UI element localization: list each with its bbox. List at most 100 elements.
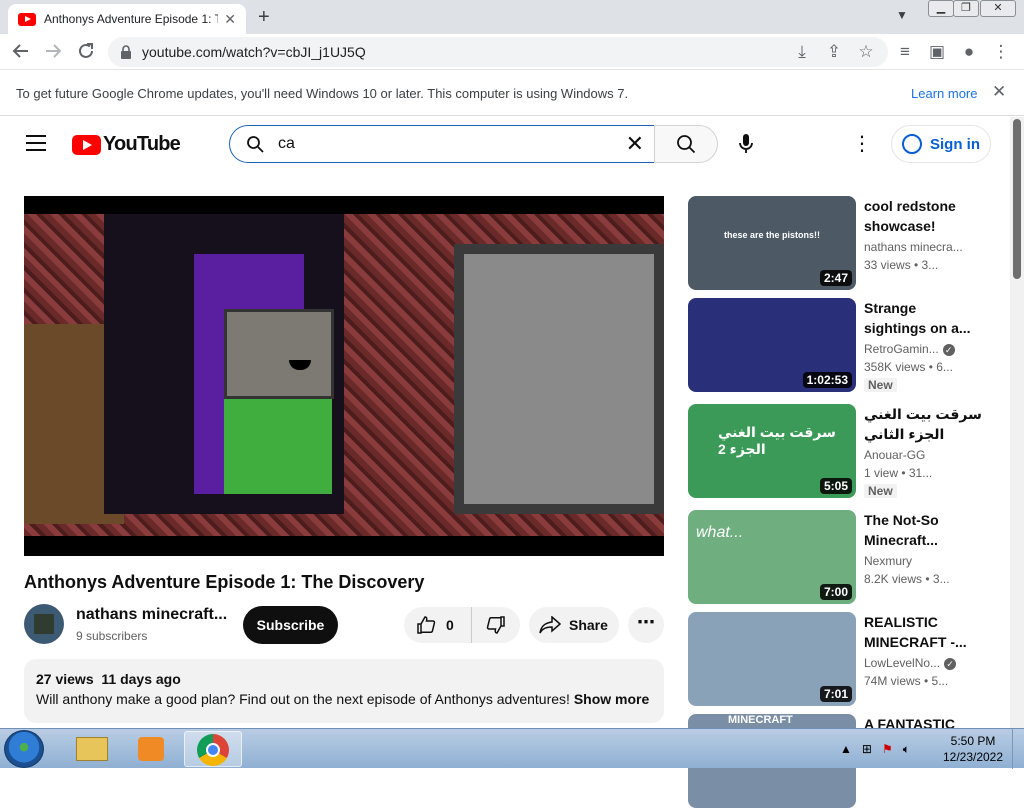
infobar-message: To get future Google Chrome updates, you…: [16, 86, 629, 101]
start-button[interactable]: [4, 730, 44, 768]
media-controls-icon[interactable]: ≡: [894, 42, 916, 62]
video-title: Anthonys Adventure Episode 1: The Discov…: [24, 572, 425, 592]
recommended-channel-name: nathans minecra...: [864, 240, 963, 254]
channel-name[interactable]: nathans minecraft...: [76, 606, 227, 624]
explorer-taskbar-icon[interactable]: [70, 731, 126, 767]
back-arrow-icon[interactable]: [10, 42, 32, 65]
windows-taskbar: ▲ ⊞ ⚑ 🔈︎ 5:50 PM 12/23/2022: [0, 728, 1024, 769]
close-window-button[interactable]: ✕: [980, 0, 1016, 17]
search-input[interactable]: ca ✕: [229, 125, 655, 163]
youtube-masthead: YouTube ca ✕ ⋮ Sign in: [0, 117, 1010, 173]
subscriber-count: 9 subscribers: [76, 629, 148, 643]
action-center-icon[interactable]: ⚑: [882, 742, 893, 756]
reload-icon[interactable]: [75, 42, 97, 65]
side-panel-icon[interactable]: ▣: [926, 42, 948, 62]
search-button[interactable]: [654, 125, 718, 163]
clock-date: 12/23/2022: [942, 750, 1004, 764]
guide-menu-icon[interactable]: [26, 135, 46, 156]
scrollbar-thumb[interactable]: [1013, 119, 1021, 279]
recommended-channel[interactable]: LowLevelNo... ✓: [864, 656, 957, 670]
learn-more-link[interactable]: Learn more: [911, 86, 977, 101]
new-tab-button[interactable]: +: [258, 6, 270, 29]
video-thumbnail[interactable]: 1:02:53: [688, 298, 856, 392]
recommended-meta: 33 views • 3...: [864, 258, 939, 272]
media-player-taskbar-icon[interactable]: [128, 731, 184, 767]
account-icon: [902, 134, 922, 154]
install-icon[interactable]: ⤓: [791, 42, 813, 62]
tab-search-chevron-icon[interactable]: ▼: [896, 8, 908, 22]
address-bar[interactable]: youtube.com/watch?v=cbJI_j1UJ5Q: [108, 37, 888, 67]
video-thumbnail[interactable]: سرقت بيت الغني الجزء 2 5:05: [688, 404, 856, 498]
search-query-text: ca: [278, 135, 295, 152]
description-text-line: Will anthony make a good plan? Find out …: [36, 691, 652, 707]
share-button[interactable]: Share: [529, 607, 619, 643]
taskbar-clock[interactable]: 5:50 PM 12/23/2022: [940, 733, 1006, 765]
recommended-channel[interactable]: Nexmury: [864, 554, 912, 568]
recommended-video[interactable]: 1:02:53 Strange sightings on a... RetroGam…: [688, 298, 998, 394]
dislike-button[interactable]: [472, 607, 520, 643]
like-count: 0: [446, 617, 454, 633]
recommended-channel[interactable]: nathans minecra...: [864, 240, 963, 254]
page-scrollbar[interactable]: [1010, 117, 1024, 728]
show-more-button[interactable]: Show more: [574, 691, 649, 707]
like-dislike-group: 0: [404, 607, 520, 643]
chrome-taskbar-icon[interactable]: [184, 731, 242, 767]
network-icon[interactable]: ⊞: [862, 742, 872, 756]
tab-close-icon[interactable]: ✕: [224, 11, 236, 28]
browser-tab[interactable]: Anthonys Adventure Episode 1: T ✕: [8, 4, 246, 34]
show-desktop-button[interactable]: [1012, 729, 1024, 769]
more-actions-button[interactable]: ⋯: [628, 607, 664, 643]
more-settings-icon[interactable]: ⋮: [850, 131, 874, 156]
recommended-meta: 358K views • 6...: [864, 360, 953, 374]
recommended-meta: 8.2K views • 3...: [864, 572, 950, 586]
youtube-logo[interactable]: YouTube: [72, 133, 181, 156]
video-thumbnail[interactable]: these are the pistons!! 2:47: [688, 196, 856, 290]
chrome-menu-icon[interactable]: ⋮: [990, 42, 1012, 62]
recommended-video[interactable]: what... 7:00 The Not-So Minecraft... Nexmur…: [688, 510, 998, 606]
profile-icon[interactable]: ●: [958, 42, 980, 62]
recommended-video-title[interactable]: سرقت بيت الغني الجزء الثاني: [864, 404, 982, 444]
channel-avatar[interactable]: [24, 604, 64, 644]
recommended-video-title[interactable]: cool redstone showcase!: [864, 196, 982, 236]
video-player[interactable]: [24, 196, 664, 556]
recommended-video-title[interactable]: The Not-So Minecraft...: [864, 510, 982, 550]
recommended-video[interactable]: these are the pistons!! 2:47 cool redstone…: [688, 196, 998, 292]
update-infobar: To get future Google Chrome updates, you…: [0, 71, 1024, 116]
minimize-button[interactable]: ▁: [928, 0, 954, 17]
video-thumbnail[interactable]: what... 7:00: [688, 510, 856, 604]
video-thumbnail[interactable]: 7:01: [688, 612, 856, 706]
tray-expand-icon[interactable]: ▲: [840, 742, 852, 756]
character-body: [224, 399, 332, 494]
share-label: Share: [569, 617, 608, 633]
browser-toolbar: youtube.com/watch?v=cbJI_j1UJ5Q ⤓ ⇪ ☆ ≡ …: [0, 34, 1024, 70]
upload-date: 11 days ago: [101, 671, 181, 687]
recommended-channel[interactable]: RetroGamin... ✓: [864, 342, 955, 356]
description-box[interactable]: 27 views 11 days ago Will anthony make a…: [24, 659, 664, 723]
recommended-video-title[interactable]: Strange sightings on a...: [864, 298, 982, 338]
video-frame: [24, 214, 664, 536]
bookmark-star-icon[interactable]: ☆: [855, 42, 877, 62]
restore-button[interactable]: ❐: [953, 0, 979, 17]
clock-time: 5:50 PM: [950, 734, 996, 748]
voice-search-button[interactable]: [727, 125, 765, 163]
recommended-video[interactable]: سرقت بيت الغني الجزء 2 5:05 سرقت بيت الغني…: [688, 404, 998, 500]
clear-search-icon[interactable]: ✕: [626, 131, 644, 157]
new-badge: New: [864, 484, 897, 498]
volume-icon[interactable]: 🔈︎: [903, 742, 910, 757]
recommended-channel[interactable]: Anouar-GG: [864, 448, 925, 462]
search-icon: [247, 136, 264, 153]
infobar-close-icon[interactable]: ✕: [992, 82, 1006, 102]
like-button[interactable]: 0: [404, 607, 472, 643]
sign-in-button[interactable]: Sign in: [891, 125, 991, 163]
subscribe-button[interactable]: Subscribe: [243, 606, 338, 644]
recommended-video-title[interactable]: REALISTIC MINECRAFT -...: [864, 612, 982, 652]
share-page-icon[interactable]: ⇪: [823, 42, 845, 62]
thumbs-down-icon: [486, 616, 505, 634]
youtube-logo-text: YouTube: [103, 133, 181, 155]
recommended-video[interactable]: 7:01 REALISTIC MINECRAFT -... LowLevelNo..…: [688, 612, 998, 708]
url-text: youtube.com/watch?v=cbJI_j1UJ5Q: [142, 44, 366, 60]
tab-strip: Anthonys Adventure Episode 1: T ✕ + ▼ ▁ …: [0, 0, 1024, 34]
verified-check-icon: ✓: [942, 343, 955, 356]
forward-arrow-icon[interactable]: [42, 42, 64, 65]
recommended-channel-name: RetroGamin...: [864, 342, 939, 356]
